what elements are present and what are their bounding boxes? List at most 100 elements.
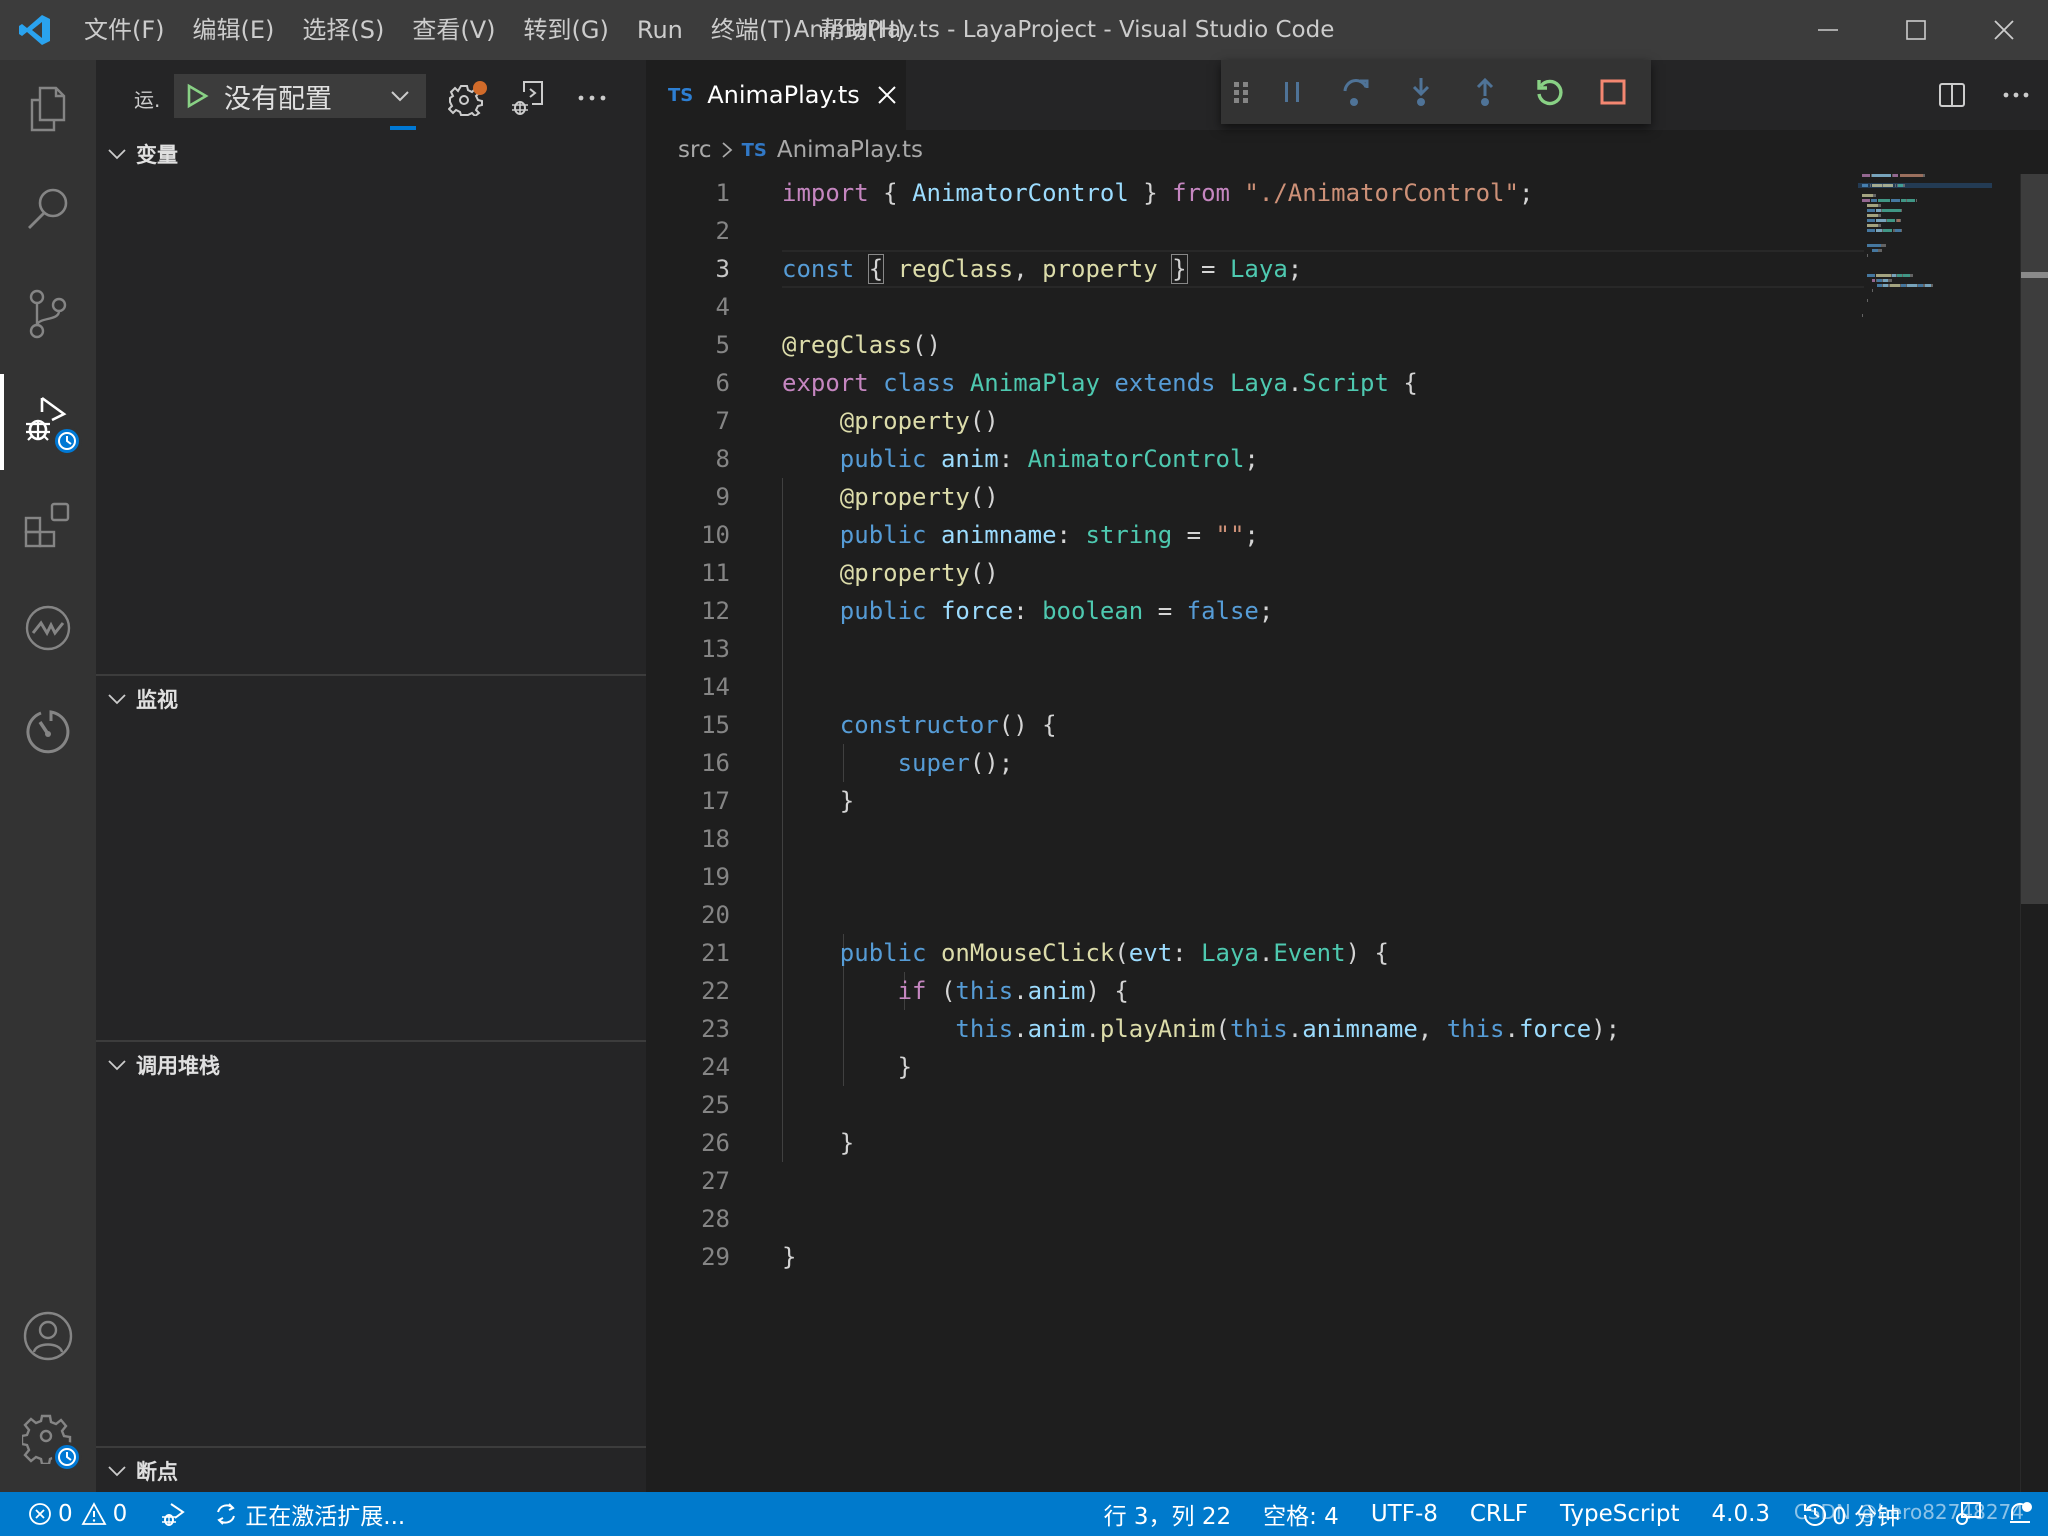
vertical-scrollbar[interactable]: [2020, 174, 2048, 1492]
debug-console-button[interactable]: [508, 78, 548, 118]
step-into-button[interactable]: [1389, 60, 1453, 124]
line-number[interactable]: 15: [646, 706, 730, 744]
line-number[interactable]: 3: [646, 250, 730, 288]
activity-accounts[interactable]: [0, 1288, 96, 1384]
activity-explorer[interactable]: [0, 60, 96, 156]
line-number[interactable]: 10: [646, 516, 730, 554]
line-number[interactable]: 21: [646, 934, 730, 972]
activity-aw[interactable]: [0, 580, 96, 676]
typescript-version[interactable]: 4.0.3: [1700, 1492, 1783, 1536]
line-number[interactable]: 4: [646, 288, 730, 326]
activity-source-control[interactable]: [0, 266, 96, 362]
feedback-button[interactable]: [1942, 1492, 1994, 1536]
code-token: (: [1215, 1015, 1230, 1043]
line-number[interactable]: 17: [646, 782, 730, 820]
line-number[interactable]: 24: [646, 1048, 730, 1086]
code-token: .: [1504, 1015, 1519, 1043]
section-call-stack[interactable]: 调用堆栈: [96, 1045, 646, 1085]
clock-icon: [52, 426, 82, 456]
extension-activation-status[interactable]: 正在激活扩展...: [201, 1492, 417, 1536]
encoding[interactable]: UTF-8: [1359, 1492, 1450, 1536]
line-ending[interactable]: CRLF: [1458, 1492, 1540, 1536]
section-divider[interactable]: [96, 1446, 646, 1448]
line-number[interactable]: 25: [646, 1086, 730, 1124]
line-number[interactable]: 20: [646, 896, 730, 934]
line-number[interactable]: 19: [646, 858, 730, 896]
line-number[interactable]: 8: [646, 440, 730, 478]
menu-item[interactable]: 帮助(H): [806, 0, 919, 60]
line-number[interactable]: 27: [646, 1162, 730, 1200]
line-number[interactable]: 26: [646, 1124, 730, 1162]
line-number[interactable]: 12: [646, 592, 730, 630]
minimap[interactable]: [1858, 174, 1992, 374]
debug-config-select[interactable]: 没有配置: [174, 74, 426, 118]
line-number[interactable]: 28: [646, 1200, 730, 1238]
code-editor[interactable]: 1 import { AnimatorControl } from "./Anim…: [646, 174, 1864, 1276]
menu-item[interactable]: 文件(F): [70, 0, 179, 60]
code-token: anim: [1027, 1015, 1086, 1043]
line-number[interactable]: 6: [646, 364, 730, 402]
section-watch[interactable]: 监视: [96, 679, 646, 719]
minimap-token: [1883, 184, 1894, 187]
maximize-button[interactable]: [1872, 0, 1960, 60]
line-number[interactable]: 1: [646, 174, 730, 212]
code-token: {: [868, 179, 913, 207]
menu-item[interactable]: Run: [623, 0, 697, 60]
line-number[interactable]: 23: [646, 1010, 730, 1048]
line-number[interactable]: 9: [646, 478, 730, 516]
activity-extensions[interactable]: [0, 478, 96, 574]
section-divider[interactable]: [96, 1040, 646, 1042]
indentation[interactable]: 空格: 4: [1251, 1492, 1351, 1536]
editor-more-button[interactable]: [1984, 60, 2048, 130]
menu-item[interactable]: 编辑(E): [179, 0, 289, 60]
line-number[interactable]: 11: [646, 554, 730, 592]
line-number[interactable]: 16: [646, 744, 730, 782]
open-launch-json-button[interactable]: [448, 78, 488, 118]
section-breakpoints[interactable]: 断点: [96, 1451, 646, 1491]
line-number[interactable]: 14: [646, 668, 730, 706]
line-number[interactable]: 22: [646, 972, 730, 1010]
line-number[interactable]: 13: [646, 630, 730, 668]
menu-item[interactable]: 查看(V): [398, 0, 509, 60]
stop-button[interactable]: [1581, 60, 1645, 124]
activity-search[interactable]: [0, 160, 96, 256]
typescript-file-icon: TS: [741, 139, 767, 161]
debug-toolbar-drag-handle[interactable]: [1221, 60, 1261, 124]
problems-status[interactable]: 0 0: [0, 1492, 139, 1536]
tab-animaplay-ts[interactable]: TS AnimaPlay.ts: [646, 60, 906, 130]
tab-close-button[interactable]: [876, 84, 898, 106]
section-divider[interactable]: [96, 674, 646, 676]
close-window-button[interactable]: [1960, 0, 2048, 60]
activity-run-debug[interactable]: [0, 374, 96, 470]
language-mode[interactable]: TypeScript: [1548, 1492, 1692, 1536]
breadcrumb-file[interactable]: AnimaPlay.ts: [777, 137, 923, 163]
debug-status[interactable]: [147, 1492, 201, 1536]
line-number[interactable]: 5: [646, 326, 730, 364]
activity-timer[interactable]: [0, 684, 96, 780]
scrollbar-thumb[interactable]: [2021, 174, 2048, 904]
restart-button[interactable]: [1517, 60, 1581, 124]
section-variables[interactable]: 变量: [96, 134, 646, 174]
minimap-token: [1878, 204, 1881, 207]
minimize-button[interactable]: [1784, 0, 1872, 60]
time-tracker[interactable]: 0 分钟: [1790, 1492, 1912, 1536]
start-debug-icon[interactable]: [184, 83, 210, 109]
more-actions-button[interactable]: [572, 78, 612, 118]
cursor-position[interactable]: 行 3，列 22: [1092, 1492, 1244, 1536]
aw-icon: [25, 605, 71, 651]
line-number[interactable]: 7: [646, 402, 730, 440]
notifications-button[interactable]: [1994, 1492, 2048, 1536]
menu-item[interactable]: 终端(T): [697, 0, 806, 60]
step-over-button[interactable]: [1325, 60, 1389, 124]
split-editor-button[interactable]: [1920, 60, 1984, 130]
pause-button[interactable]: [1261, 60, 1325, 124]
line-number[interactable]: 29: [646, 1238, 730, 1276]
code-token: AnimatorControl: [1027, 445, 1245, 473]
menu-item[interactable]: 选择(S): [288, 0, 398, 60]
line-number[interactable]: 2: [646, 212, 730, 250]
breadcrumb-folder[interactable]: src: [678, 137, 712, 163]
line-number[interactable]: 18: [646, 820, 730, 858]
activity-manage[interactable]: [0, 1390, 96, 1486]
menu-item[interactable]: 转到(G): [510, 0, 623, 60]
step-out-button[interactable]: [1453, 60, 1517, 124]
